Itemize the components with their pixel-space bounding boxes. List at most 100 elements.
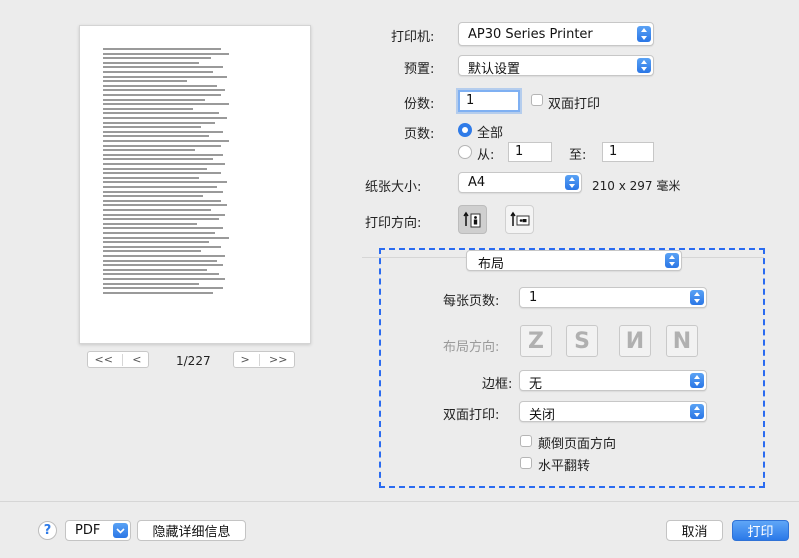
layout-direction-z-button[interactable]: Z: [520, 325, 552, 357]
pages-per-sheet-select[interactable]: 1: [519, 287, 707, 308]
first-page-button[interactable]: <<: [91, 353, 117, 366]
preview-text-line: [103, 167, 207, 170]
border-value: 无: [529, 377, 543, 392]
preview-text-line: [103, 57, 211, 60]
printer-label: 打印机:: [391, 30, 435, 45]
flip-horizontal-checkbox[interactable]: [520, 457, 532, 469]
preview-text-line: [103, 84, 217, 87]
layout-direction-n-reverse-button[interactable]: И: [619, 325, 651, 357]
pdf-menu-button[interactable]: PDF: [65, 520, 131, 541]
portrait-orientation-button[interactable]: [458, 205, 487, 234]
prev-page-button[interactable]: <: [128, 353, 145, 366]
printer-select[interactable]: AP30 Series Printer: [458, 22, 654, 46]
preview-forward-nav: > >>: [233, 351, 295, 368]
preview-text-line: [103, 190, 223, 193]
reverse-n-arrow-icon: И: [625, 328, 645, 354]
z-arrow-icon: Z: [528, 328, 544, 354]
pages-per-sheet-value: 1: [529, 290, 538, 305]
preview-text-line: [103, 199, 221, 202]
preview-text-line: [103, 264, 223, 267]
landscape-orientation-button[interactable]: [505, 205, 534, 234]
preview-text-line: [103, 195, 203, 198]
portrait-icon: [463, 211, 481, 228]
preview-text-line: [103, 153, 223, 156]
preview-text-line: [103, 204, 227, 207]
next-page-button[interactable]: >: [237, 353, 254, 366]
preview-text-line: [103, 158, 213, 161]
help-button[interactable]: ?: [38, 521, 57, 540]
preset-select[interactable]: 默认设置: [458, 55, 654, 77]
pages-to-label: 至:: [569, 148, 587, 163]
footer-divider: [0, 501, 799, 502]
copies-input[interactable]: 1: [458, 90, 520, 112]
preview-text-line: [103, 94, 221, 96]
preset-value: 默认设置: [468, 62, 521, 77]
landscape-icon: [510, 211, 530, 226]
page-indicator: 1/227: [176, 354, 211, 368]
preview-text-line: [103, 52, 229, 55]
layout-direction-s-button[interactable]: S: [566, 325, 598, 357]
copies-label: 份数:: [404, 97, 435, 112]
pages-range-radio[interactable]: [458, 145, 472, 159]
last-page-button[interactable]: >>: [265, 353, 291, 366]
preview-text-line: [103, 291, 213, 294]
preset-stepper-icon: [637, 58, 651, 73]
pages-all-label: 全部: [477, 126, 504, 141]
pages-all-radio[interactable]: [458, 123, 472, 137]
flip-horizontal-label: 水平翻转: [538, 459, 591, 474]
hide-details-button[interactable]: 隐藏详细信息: [137, 520, 246, 541]
border-stepper-icon: [690, 373, 704, 388]
duplex-checkbox[interactable]: [531, 94, 543, 106]
cancel-button[interactable]: 取消: [666, 520, 723, 541]
preview-text-line: [103, 80, 187, 83]
layout-direction-n-button[interactable]: N: [666, 325, 698, 357]
pages-to-input[interactable]: 1: [602, 142, 654, 162]
preview-text-line: [103, 98, 205, 101]
preview-text-line: [103, 48, 221, 50]
two-sided-label: 双面打印:: [443, 408, 500, 423]
preview-text-line: [103, 144, 221, 147]
preview-text-line: [103, 71, 213, 73]
reverse-orientation-label: 颠倒页面方向: [538, 437, 617, 452]
preview-text-line: [103, 117, 227, 119]
preview-text-line: [103, 278, 225, 280]
preview-text-line: [103, 282, 199, 285]
preview-text-line: [103, 149, 195, 152]
preview-text-line: [103, 241, 209, 244]
preview-back-nav: << <: [87, 351, 149, 368]
s-arrow-icon: S: [574, 328, 590, 354]
pages-from-input[interactable]: 1: [508, 142, 552, 162]
paper-size-select[interactable]: A4: [458, 172, 582, 193]
border-label: 边框:: [482, 377, 513, 392]
preview-text-line: [103, 121, 215, 124]
preview-text-line: [103, 181, 227, 184]
preview-text-line: [103, 218, 219, 221]
preview-text-line: [103, 245, 221, 248]
reverse-orientation-checkbox[interactable]: [520, 435, 532, 447]
preview-text-line: [103, 213, 225, 216]
preset-label: 预置:: [404, 62, 435, 77]
layout-highlight-box: [379, 248, 765, 488]
chevron-down-icon: [113, 523, 128, 538]
paper-size-label: 纸张大小:: [365, 180, 422, 195]
pages-per-sheet-stepper-icon: [690, 290, 704, 305]
orientation-label: 打印方向:: [365, 216, 422, 231]
preview-text-line: [103, 273, 219, 276]
pdf-label: PDF: [75, 523, 101, 538]
preview-text-line: [103, 112, 219, 115]
preview-text-line: [103, 107, 193, 110]
preview-text-line: [103, 255, 225, 257]
two-sided-stepper-icon: [690, 404, 704, 419]
preview-text-line: [103, 130, 223, 133]
paper-dimensions: 210 x 297 毫米: [592, 179, 681, 193]
preview-text-line: [103, 172, 221, 175]
two-sided-select[interactable]: 关闭: [519, 401, 707, 423]
print-button[interactable]: 打印: [732, 520, 789, 541]
preview-text-line: [103, 222, 197, 225]
border-select[interactable]: 无: [519, 370, 707, 392]
preview-text-line: [103, 126, 201, 129]
print-preview-page: [79, 25, 311, 344]
preview-text-line: [103, 250, 201, 253]
preview-text-line: [103, 103, 229, 106]
preview-text-line: [103, 236, 229, 239]
